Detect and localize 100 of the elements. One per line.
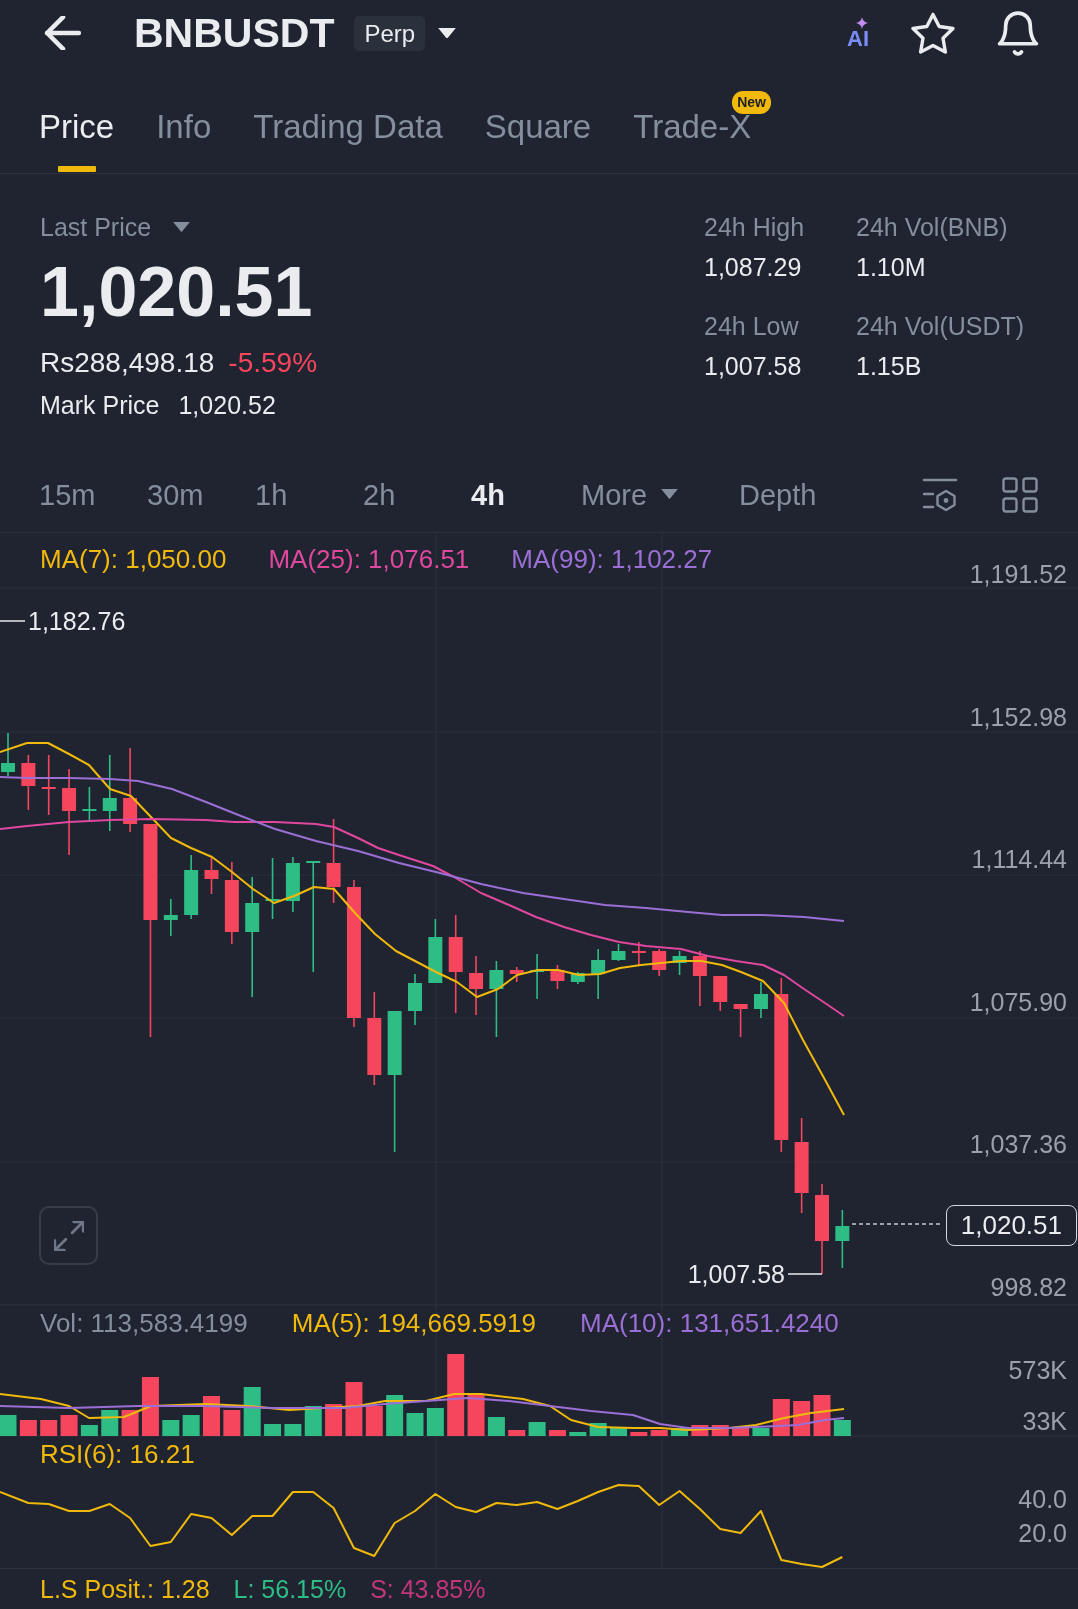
indicator-icon	[922, 477, 958, 512]
volume-indicator-value: Vol: 113,583.4199	[40, 1308, 248, 1338]
favorite-button[interactable]	[911, 11, 955, 55]
tab-badge: New	[732, 91, 771, 114]
volume-bar	[304, 1406, 322, 1436]
volume-bar	[569, 1432, 587, 1436]
candlestick	[530, 953, 545, 1000]
current-price-tag: 1,020.51	[945, 1205, 1077, 1246]
position-ratio-value: S: 43.85%	[370, 1574, 486, 1604]
volume-bar	[732, 1428, 750, 1436]
volume-bar	[833, 1420, 851, 1436]
volume-bar	[0, 1415, 17, 1436]
volume-bar	[752, 1428, 770, 1436]
layout-button[interactable]	[1002, 476, 1038, 513]
interval-tab[interactable]: 15m	[39, 476, 96, 513]
interval-tab[interactable]: Depth	[739, 476, 817, 513]
candlestick	[692, 950, 707, 1007]
caret-icon	[661, 489, 679, 500]
price-axis-label: 1,075.90	[969, 986, 1067, 1017]
candlestick	[611, 943, 626, 962]
volume-indicator-value: MA(5): 194,669.5919	[291, 1308, 536, 1338]
symbol-title: BNBUSDT	[134, 9, 335, 57]
candlestick	[835, 1209, 850, 1269]
mark-price-label: Mark Price	[40, 390, 160, 421]
candlestick	[509, 966, 524, 983]
low-price-label: 1,007.58	[687, 1259, 785, 1289]
position-ratio-value: L: 56.15%	[233, 1574, 347, 1604]
price-axis-label: 1,114.44	[971, 844, 1067, 875]
high-price-label: 1,182.76	[28, 606, 126, 636]
volume-bar	[60, 1415, 78, 1436]
volume-bar	[650, 1430, 668, 1436]
volume-bar	[548, 1430, 566, 1436]
volume-bar	[345, 1382, 363, 1436]
candlestick	[1, 732, 15, 777]
volume-bar	[243, 1387, 261, 1436]
volume-bar	[80, 1425, 98, 1436]
interval-tab[interactable]: 2h	[363, 476, 396, 513]
candlestick	[163, 898, 178, 937]
stat-label: 24h Low	[704, 311, 800, 341]
last-price-dropdown[interactable]: Last Price	[40, 212, 191, 242]
symbol-dropdown-button[interactable]	[438, 27, 457, 39]
rsi-value: RSI(6): 16.21	[40, 1439, 195, 1469]
volume-bar	[386, 1395, 404, 1436]
caret-icon	[173, 221, 191, 233]
volume-axis-label: 33K	[1022, 1406, 1067, 1436]
candlestick	[265, 857, 280, 920]
chart-settings-button[interactable]	[922, 477, 958, 512]
back-button[interactable]	[44, 16, 82, 50]
mark-price-value: 1,020.52	[178, 390, 276, 421]
candlestick	[570, 971, 585, 985]
price-axis-label: 1,191.52	[969, 559, 1067, 589]
candlestick	[428, 918, 443, 984]
volume-bar	[426, 1408, 444, 1436]
volume-bar	[182, 1415, 200, 1436]
candlestick	[672, 950, 687, 976]
volume-bar	[121, 1410, 139, 1436]
sparkle-icon	[856, 17, 868, 29]
ai-button[interactable]: AI	[847, 17, 869, 49]
contract-badge: Perp	[354, 15, 426, 51]
candlestick	[469, 955, 484, 1016]
interval-tab[interactable]: More	[581, 476, 679, 513]
tab[interactable]: Info	[156, 107, 212, 173]
last-price-value: 1,020.51	[40, 254, 313, 330]
tab[interactable]: Trading Data	[253, 107, 443, 173]
expand-button[interactable]	[39, 1206, 98, 1265]
volume-bar	[264, 1424, 282, 1436]
volume-axis-label: 573K	[1008, 1355, 1067, 1385]
volume-bar	[365, 1406, 383, 1436]
tab[interactable]: Square	[484, 107, 592, 173]
price-change-value: -5.59%	[228, 346, 318, 380]
expand-icon	[53, 1220, 84, 1251]
interval-tab[interactable]: 30m	[147, 476, 204, 513]
volume-bar	[141, 1377, 159, 1436]
rsi-axis-label: 40.0	[1018, 1484, 1067, 1514]
notification-button[interactable]	[997, 10, 1039, 56]
candlestick	[41, 754, 56, 816]
stat-value: 1,007.58	[704, 351, 803, 381]
volume-bar	[508, 1430, 526, 1436]
candlestick	[550, 964, 565, 990]
leader-line	[0, 620, 26, 622]
stat-label: 24h High	[704, 212, 806, 242]
caret-icon	[438, 27, 457, 39]
volume-bar	[630, 1432, 648, 1436]
fiat-price-value: Rs288,498.18	[40, 346, 215, 380]
volume-bar	[162, 1420, 180, 1436]
tab[interactable]: Price	[39, 107, 115, 173]
volume-bar	[223, 1410, 241, 1436]
volume-bar	[284, 1424, 302, 1436]
volume-bar	[487, 1417, 505, 1436]
interval-tab[interactable]: 4h	[471, 476, 505, 513]
candlestick	[82, 786, 97, 823]
volume-bar	[691, 1425, 709, 1436]
candlestick	[184, 854, 199, 920]
interval-tab[interactable]: 1h	[255, 476, 288, 513]
grid-icon	[1002, 476, 1038, 513]
moving-average-value: MA(25): 1,076.51	[268, 544, 470, 574]
moving-average-value: MA(99): 1,102.27	[511, 544, 713, 574]
volume-bar	[528, 1422, 546, 1436]
volume-bar	[40, 1420, 58, 1436]
candlestick	[285, 856, 300, 913]
